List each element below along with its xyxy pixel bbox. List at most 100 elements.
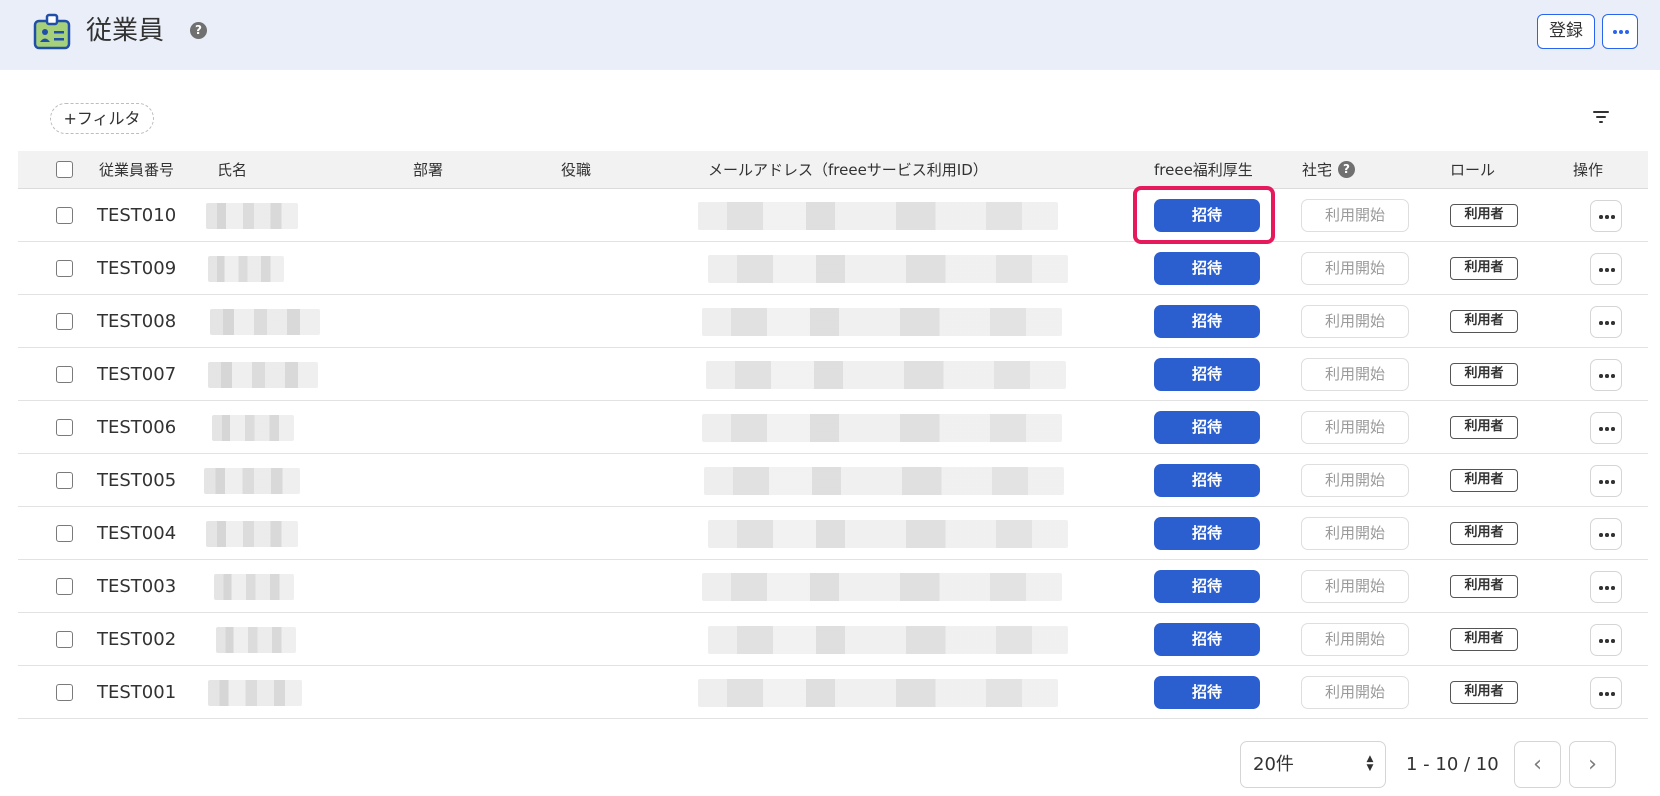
column-position[interactable]: 役職	[561, 151, 591, 189]
email-redacted	[708, 626, 1068, 654]
employee-id[interactable]: TEST001	[97, 666, 176, 719]
role-badge: 利用者	[1450, 204, 1518, 227]
table-row[interactable]: TEST008 招待 利用開始 利用者	[18, 295, 1648, 348]
employee-name-redacted	[216, 627, 296, 653]
employee-id[interactable]: TEST004	[97, 507, 176, 560]
row-checkbox[interactable]	[56, 525, 73, 542]
start-usage-button[interactable]: 利用開始	[1301, 199, 1409, 232]
select-all-checkbox[interactable]	[56, 161, 73, 178]
row-checkbox[interactable]	[56, 366, 73, 383]
table-row[interactable]: TEST009 招待 利用開始 利用者	[18, 242, 1648, 295]
page-size-value: 20件	[1253, 754, 1294, 775]
employee-id[interactable]: TEST010	[97, 189, 176, 242]
row-checkbox[interactable]	[56, 684, 73, 701]
row-actions-button[interactable]	[1590, 306, 1622, 338]
start-usage-button[interactable]: 利用開始	[1301, 411, 1409, 444]
row-actions-button[interactable]	[1590, 518, 1622, 550]
table-row[interactable]: TEST006 招待 利用開始 利用者	[18, 401, 1648, 454]
row-checkbox[interactable]	[56, 313, 73, 330]
row-actions-button[interactable]	[1590, 571, 1622, 603]
table-row[interactable]: TEST010 招待 利用開始 利用者	[18, 189, 1648, 242]
invite-button[interactable]: 招待	[1154, 623, 1260, 656]
page-header: 従業員 ? 登録	[0, 0, 1660, 70]
start-usage-button[interactable]: 利用開始	[1301, 570, 1409, 603]
invite-button[interactable]: 招待	[1154, 252, 1260, 285]
start-usage-button[interactable]: 利用開始	[1301, 517, 1409, 550]
row-checkbox[interactable]	[56, 472, 73, 489]
employee-name-redacted	[208, 680, 302, 706]
prev-page-button[interactable]: ‹	[1514, 741, 1561, 788]
employee-name-redacted	[208, 256, 284, 282]
table-row[interactable]: TEST005 招待 利用開始 利用者	[18, 454, 1648, 507]
role-badge: 利用者	[1450, 628, 1518, 651]
invite-button[interactable]: 招待	[1154, 464, 1260, 497]
page-size-select[interactable]: 20件 ▲ ▼	[1240, 741, 1386, 788]
row-checkbox[interactable]	[56, 207, 73, 224]
row-checkbox[interactable]	[56, 578, 73, 595]
row-actions-button[interactable]	[1590, 412, 1622, 444]
column-role[interactable]: ロール	[1450, 151, 1495, 189]
email-redacted	[706, 361, 1066, 389]
start-usage-button[interactable]: 利用開始	[1301, 252, 1409, 285]
invite-button[interactable]: 招待	[1154, 358, 1260, 391]
column-housing[interactable]: 社宅?	[1302, 151, 1356, 189]
employee-name-redacted	[212, 415, 294, 441]
start-usage-button[interactable]: 利用開始	[1301, 623, 1409, 656]
column-employee-no[interactable]: 従業員番号	[99, 151, 174, 189]
start-usage-button[interactable]: 利用開始	[1301, 358, 1409, 391]
row-checkbox[interactable]	[56, 631, 73, 648]
invite-button[interactable]: 招待	[1154, 517, 1260, 550]
register-button[interactable]: 登録	[1537, 14, 1595, 49]
next-page-button[interactable]: ›	[1569, 741, 1616, 788]
start-usage-button[interactable]: 利用開始	[1301, 464, 1409, 497]
employee-id-card-icon	[33, 13, 71, 50]
employee-id[interactable]: TEST005	[97, 454, 176, 507]
help-icon[interactable]: ?	[190, 22, 207, 39]
filter-lines-icon[interactable]	[1593, 110, 1609, 124]
employee-id[interactable]: TEST003	[97, 560, 176, 613]
row-checkbox[interactable]	[56, 419, 73, 436]
employee-id[interactable]: TEST007	[97, 348, 176, 401]
invite-button[interactable]: 招待	[1154, 676, 1260, 709]
table-row[interactable]: TEST004 招待 利用開始 利用者	[18, 507, 1648, 560]
employee-id[interactable]: TEST002	[97, 613, 176, 666]
row-more-icon	[1599, 427, 1615, 431]
row-actions-button[interactable]	[1590, 359, 1622, 391]
table-row[interactable]: TEST001 招待 利用開始 利用者	[18, 666, 1648, 719]
email-redacted	[708, 255, 1068, 283]
start-usage-button[interactable]: 利用開始	[1301, 305, 1409, 338]
invite-button[interactable]: 招待	[1154, 305, 1260, 338]
column-name[interactable]: 氏名	[217, 151, 247, 189]
row-more-icon	[1599, 268, 1615, 272]
table-row[interactable]: TEST007 招待 利用開始 利用者	[18, 348, 1648, 401]
table-row[interactable]: TEST003 招待 利用開始 利用者	[18, 560, 1648, 613]
row-actions-button[interactable]	[1590, 677, 1622, 709]
employee-name-redacted	[214, 574, 294, 600]
email-redacted	[698, 679, 1058, 707]
row-actions-button[interactable]	[1590, 200, 1622, 232]
row-more-icon	[1599, 639, 1615, 643]
role-badge: 利用者	[1450, 416, 1518, 439]
employee-id[interactable]: TEST006	[97, 401, 176, 454]
row-more-icon	[1599, 480, 1615, 484]
add-filter-button[interactable]: +フィルタ	[50, 103, 154, 134]
employee-name-redacted	[206, 203, 298, 229]
column-welfare[interactable]: freee福利厚生	[1154, 151, 1253, 189]
table-row[interactable]: TEST002 招待 利用開始 利用者	[18, 613, 1648, 666]
column-email[interactable]: メールアドレス（freeeサービス利用ID）	[708, 151, 988, 189]
email-redacted	[708, 520, 1068, 548]
invite-button[interactable]: 招待	[1154, 570, 1260, 603]
row-checkbox[interactable]	[56, 260, 73, 277]
column-department[interactable]: 部署	[413, 151, 443, 189]
row-actions-button[interactable]	[1590, 465, 1622, 497]
employee-id[interactable]: TEST008	[97, 295, 176, 348]
more-actions-button[interactable]	[1602, 14, 1638, 49]
row-more-icon	[1599, 533, 1615, 537]
row-actions-button[interactable]	[1590, 624, 1622, 656]
invite-highlight-frame	[1133, 186, 1275, 244]
help-icon[interactable]: ?	[1338, 160, 1356, 178]
row-actions-button[interactable]	[1590, 253, 1622, 285]
employee-id[interactable]: TEST009	[97, 242, 176, 295]
invite-button[interactable]: 招待	[1154, 411, 1260, 444]
start-usage-button[interactable]: 利用開始	[1301, 676, 1409, 709]
